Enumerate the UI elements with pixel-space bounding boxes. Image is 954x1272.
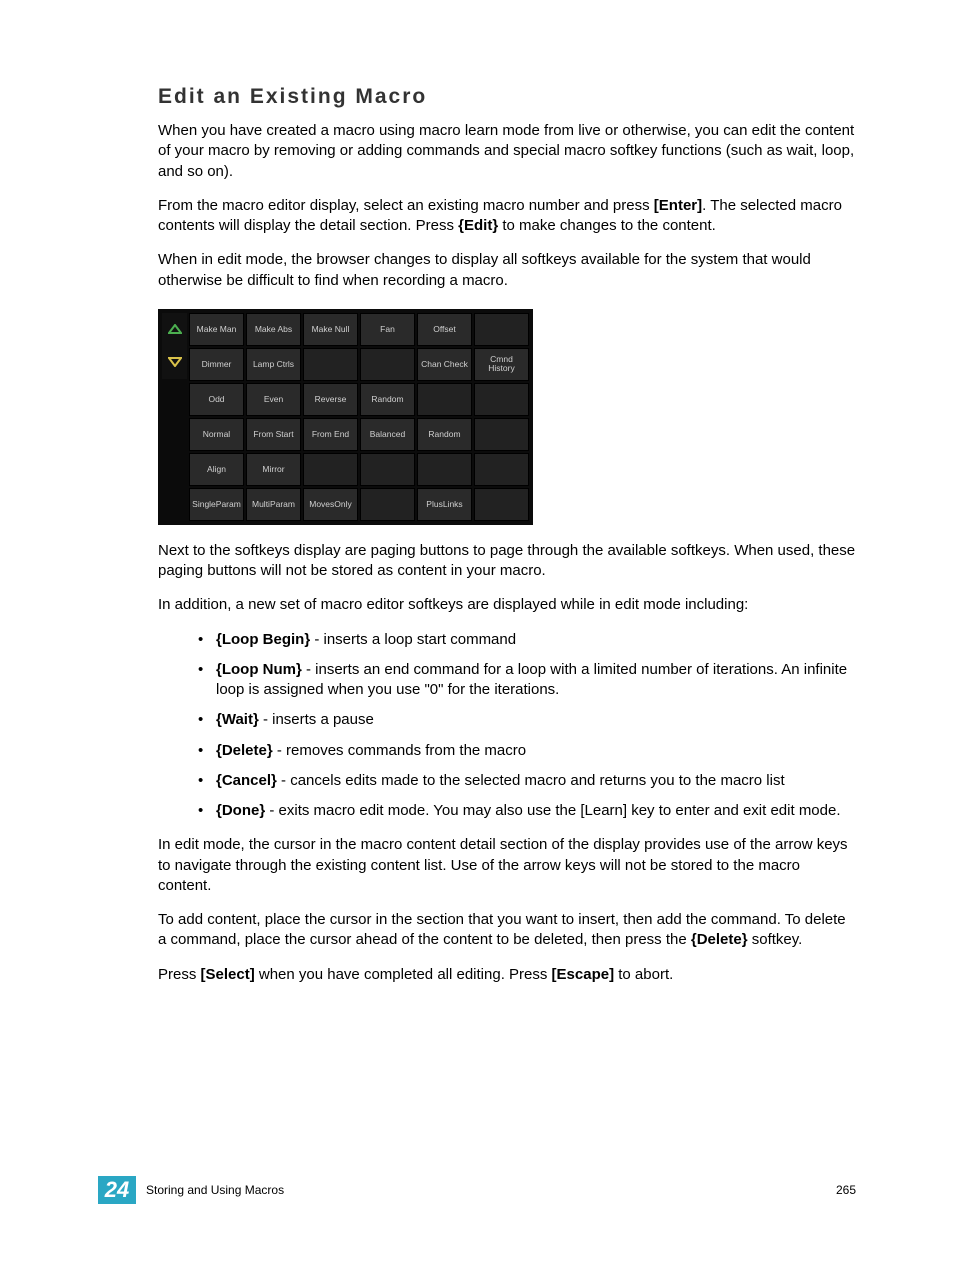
softkey-cell-multiparam[interactable]: MultiParam: [246, 488, 301, 521]
softkey-cell-empty: [474, 313, 529, 346]
softkey-cell-empty: [417, 453, 472, 486]
softkey-desc: - inserts a loop start command: [310, 631, 516, 648]
text: Press: [158, 966, 201, 983]
softkey-list: {Loop Begin} - inserts a loop start comm…: [198, 630, 856, 822]
softkey-cell-singleparam[interactable]: SingleParam: [189, 488, 244, 521]
text: softkey.: [748, 931, 803, 948]
softkey-cell-empty: [417, 383, 472, 416]
softkey-cell-reverse[interactable]: Reverse: [303, 383, 358, 416]
softkey-grid-figure: Make ManMake AbsMake NullFanOffset Dimmer…: [158, 309, 533, 525]
softkey-name: {Delete}: [216, 742, 273, 759]
key-escape: [Escape]: [552, 966, 615, 983]
softkey-desc: - inserts an end command for a loop with…: [216, 661, 847, 698]
page-footer: 24 Storing and Using Macros 265: [0, 1176, 954, 1204]
page-number: 265: [836, 1183, 856, 1197]
key-enter: [Enter]: [654, 197, 702, 214]
softkey-cell-align[interactable]: Align: [189, 453, 244, 486]
softkey-cell-empty: [360, 348, 415, 381]
softkey-name: {Done}: [216, 802, 265, 819]
softkey-cell-normal[interactable]: Normal: [189, 418, 244, 451]
softkey-edit: {Edit}: [458, 217, 498, 234]
softkey-cell-empty: [360, 488, 415, 521]
paragraph-8: Press [Select] when you have completed a…: [158, 965, 856, 985]
chapter-title: Storing and Using Macros: [146, 1183, 284, 1197]
chapter-number-box: 24: [98, 1176, 136, 1204]
list-item: {Done} - exits macro edit mode. You may …: [198, 801, 856, 821]
softkey-cell-pluslinks[interactable]: PlusLinks: [417, 488, 472, 521]
section-heading: Edit an Existing Macro: [158, 85, 856, 109]
paragraph-5: In addition, a new set of macro editor s…: [158, 595, 856, 615]
paragraph-6: In edit mode, the cursor in the macro co…: [158, 835, 856, 896]
softkey-delete: {Delete}: [691, 931, 748, 948]
paragraph-3: When in edit mode, the browser changes t…: [158, 250, 856, 291]
list-item: {Delete} - removes commands from the mac…: [198, 741, 856, 761]
softkey-cell-from-end[interactable]: From End: [303, 418, 358, 451]
softkey-cell-empty: [474, 418, 529, 451]
page-up-button[interactable]: [162, 313, 187, 346]
softkey-name: {Cancel}: [216, 772, 277, 789]
softkey-cell-dimmer[interactable]: Dimmer: [189, 348, 244, 381]
softkey-name: {Loop Begin}: [216, 631, 310, 648]
paragraph-1: When you have created a macro using macr…: [158, 121, 856, 182]
key-select: [Select]: [201, 966, 255, 983]
softkey-cell-even[interactable]: Even: [246, 383, 301, 416]
text: From the macro editor display, select an…: [158, 197, 654, 214]
softkey-cell-empty: [474, 453, 529, 486]
softkey-cell-odd[interactable]: Odd: [189, 383, 244, 416]
text: to make changes to the content.: [498, 217, 716, 234]
paragraph-4: Next to the softkeys display are paging …: [158, 541, 856, 582]
softkey-cell-chan-check[interactable]: Chan Check: [417, 348, 472, 381]
softkey-desc: - inserts a pause: [259, 711, 374, 728]
softkey-cell-lamp-ctrls[interactable]: Lamp Ctrls: [246, 348, 301, 381]
text: to abort.: [614, 966, 673, 983]
text: when you have completed all editing. Pre…: [255, 966, 552, 983]
softkey-cell-balanced[interactable]: Balanced: [360, 418, 415, 451]
list-item: {Wait} - inserts a pause: [198, 710, 856, 730]
softkey-cell-random[interactable]: Random: [360, 383, 415, 416]
list-item: {Cancel} - cancels edits made to the sel…: [198, 771, 856, 791]
softkey-cell-empty: [474, 383, 529, 416]
list-item: {Loop Begin} - inserts a loop start comm…: [198, 630, 856, 650]
softkey-desc: - cancels edits made to the selected mac…: [277, 772, 785, 789]
softkey-desc: - exits macro edit mode. You may also us…: [265, 802, 840, 819]
list-item: {Loop Num} - inserts an end command for …: [198, 660, 856, 701]
softkey-cell-random[interactable]: Random: [417, 418, 472, 451]
softkey-cell-movesonly[interactable]: MovesOnly: [303, 488, 358, 521]
softkey-cell-empty: [303, 348, 358, 381]
paragraph-2: From the macro editor display, select an…: [158, 196, 856, 237]
softkey-cell-make-man[interactable]: Make Man: [189, 313, 244, 346]
softkey-cell-from-start[interactable]: From Start: [246, 418, 301, 451]
paragraph-7: To add content, place the cursor in the …: [158, 910, 856, 951]
softkey-cell-empty: [303, 453, 358, 486]
softkey-cell-cmnd-history[interactable]: Cmnd History: [474, 348, 529, 381]
softkey-cell-empty: [474, 488, 529, 521]
softkey-name: {Loop Num}: [216, 661, 302, 678]
softkey-cell-fan[interactable]: Fan: [360, 313, 415, 346]
softkey-cell-mirror[interactable]: Mirror: [246, 453, 301, 486]
softkey-desc: - removes commands from the macro: [273, 742, 526, 759]
softkey-cell-make-null[interactable]: Make Null: [303, 313, 358, 346]
softkey-name: {Wait}: [216, 711, 259, 728]
softkey-cell-empty: [360, 453, 415, 486]
page-down-button[interactable]: [162, 346, 187, 379]
softkey-cell-offset[interactable]: Offset: [417, 313, 472, 346]
softkey-cell-make-abs[interactable]: Make Abs: [246, 313, 301, 346]
